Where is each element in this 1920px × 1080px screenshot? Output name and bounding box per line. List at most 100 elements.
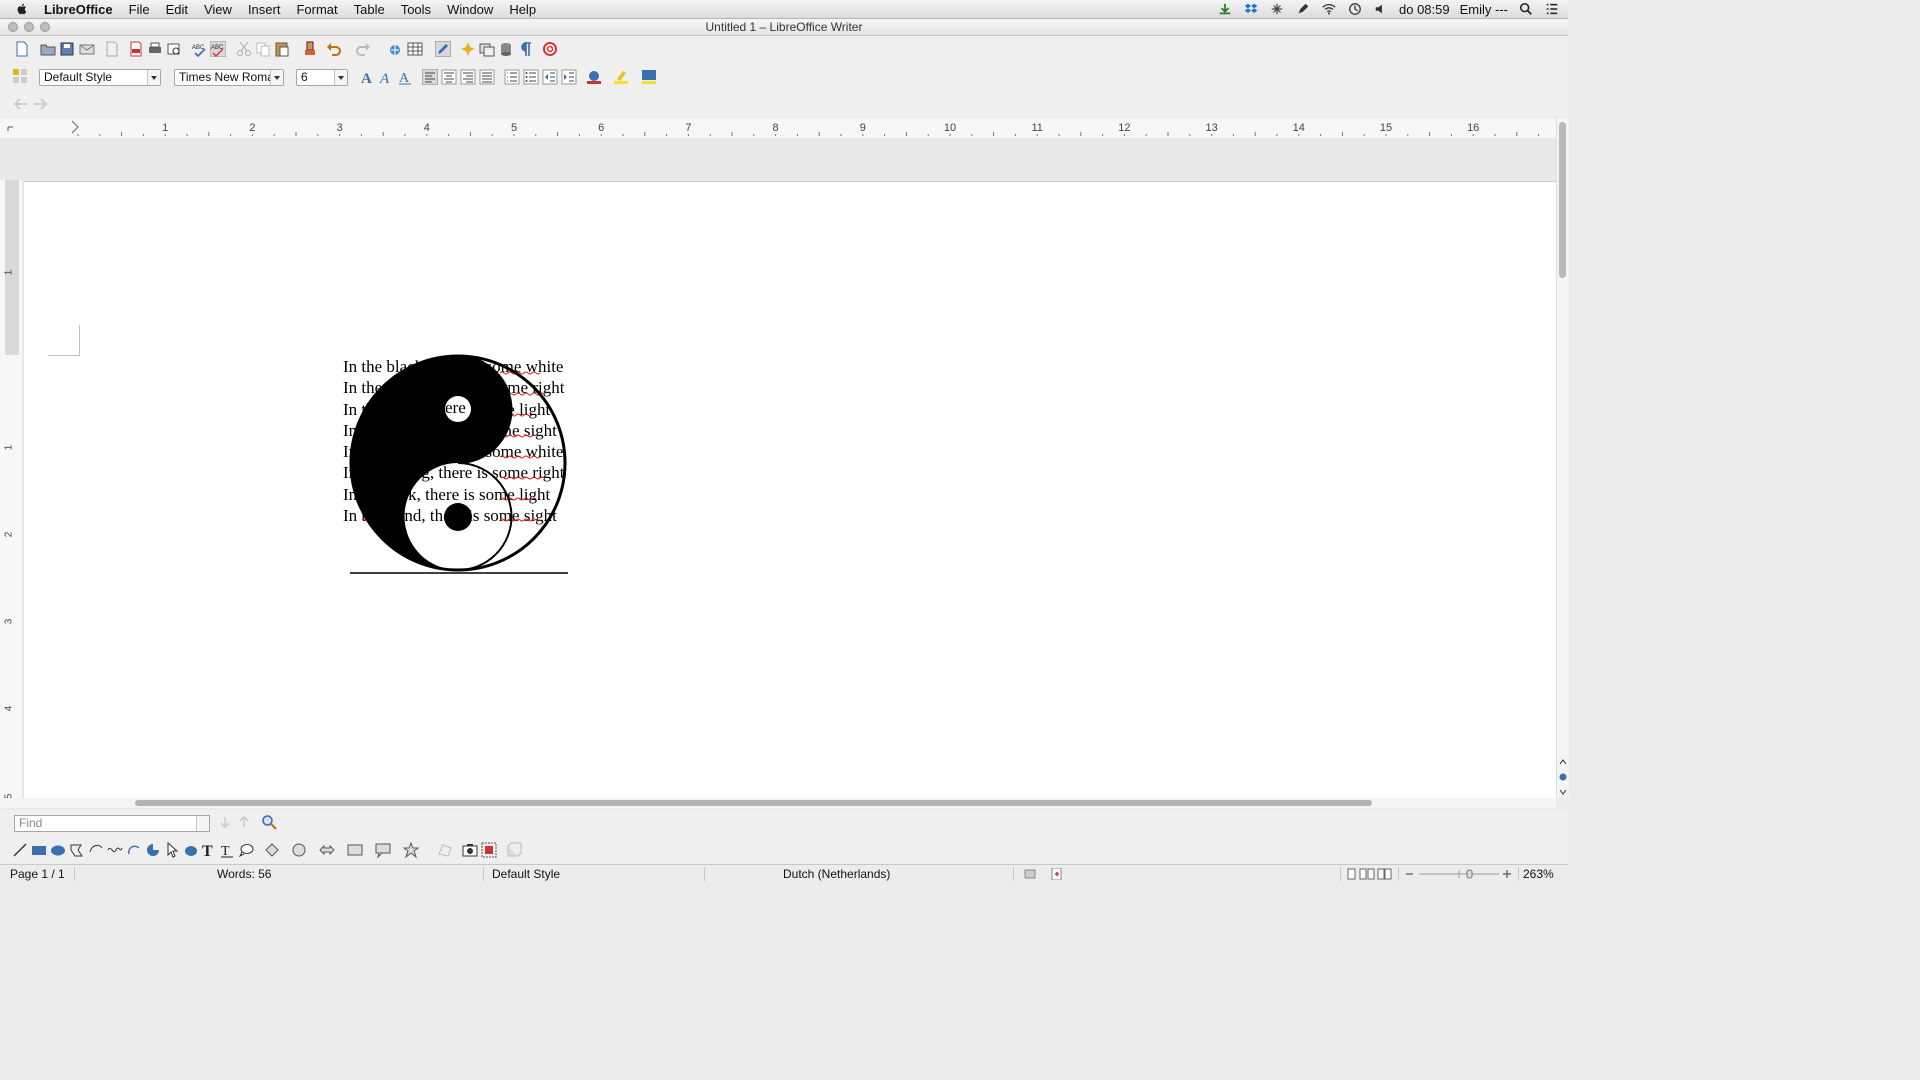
copy-icon[interactable] xyxy=(255,41,271,57)
network-icon[interactable] xyxy=(1269,2,1285,16)
menubar-user[interactable]: Emily --- xyxy=(1460,2,1508,17)
language[interactable]: Dutch (Netherlands) xyxy=(783,867,890,881)
horizontal-scrollbar[interactable] xyxy=(0,798,1556,808)
zoom-slider[interactable] xyxy=(1403,866,1515,882)
menu-insert[interactable]: Insert xyxy=(248,2,281,17)
vertical-scrollbar[interactable] xyxy=(1556,118,1569,798)
vertical-scrollbar-thumb[interactable] xyxy=(1559,122,1566,278)
stars-icon[interactable] xyxy=(403,842,419,858)
apple-icon[interactable] xyxy=(14,2,30,16)
align-center-icon[interactable] xyxy=(441,69,457,85)
auto-spellcheck-icon[interactable]: ABC xyxy=(210,41,226,57)
font-size-combo[interactable]: 6 xyxy=(296,69,348,86)
fill-icon[interactable] xyxy=(183,842,199,858)
menu-window[interactable]: Window xyxy=(447,2,493,17)
multi-page-view-icon[interactable] xyxy=(1359,868,1375,880)
formatting-marks-icon[interactable] xyxy=(517,41,533,57)
export-pdf-icon[interactable] xyxy=(128,41,144,57)
spellcheck-icon[interactable]: ABC xyxy=(192,41,208,57)
yin-yang-drawing[interactable] xyxy=(348,354,570,574)
undo-icon[interactable] xyxy=(326,41,342,57)
clone-formatting-icon[interactable] xyxy=(302,41,318,57)
menu-edit[interactable]: Edit xyxy=(166,2,188,17)
decrease-indent-icon[interactable] xyxy=(542,69,558,85)
volume-icon[interactable] xyxy=(1373,2,1389,16)
find-previous-icon[interactable] xyxy=(237,815,251,829)
notification-center-icon[interactable] xyxy=(1544,2,1560,16)
cut-icon[interactable] xyxy=(236,41,252,57)
menu-table[interactable]: Table xyxy=(354,2,385,17)
chevron-down-icon[interactable] xyxy=(334,70,347,85)
help-icon[interactable] xyxy=(542,41,558,57)
menu-format[interactable]: Format xyxy=(296,2,337,17)
redo-icon[interactable] xyxy=(355,41,371,57)
align-left-icon[interactable] xyxy=(422,69,438,85)
chevron-down-icon[interactable] xyxy=(270,70,283,85)
single-page-view-icon[interactable] xyxy=(1346,868,1358,880)
forward-arrow-icon[interactable] xyxy=(32,96,48,112)
time-machine-icon[interactable] xyxy=(1347,2,1363,16)
hyperlink-icon[interactable] xyxy=(388,41,404,57)
menu-view[interactable]: View xyxy=(204,2,232,17)
background-color-icon[interactable] xyxy=(641,69,657,85)
document-modified-icon[interactable] xyxy=(1050,868,1064,880)
polygon-icon[interactable] xyxy=(69,842,85,858)
email-document-icon[interactable] xyxy=(79,41,95,57)
italic-icon[interactable]: A xyxy=(378,69,394,85)
close-window-button[interactable] xyxy=(8,22,18,32)
styles-and-formatting-icon[interactable] xyxy=(12,68,28,84)
open-icon[interactable] xyxy=(40,41,56,57)
save-icon[interactable] xyxy=(59,41,75,57)
menu-help[interactable]: Help xyxy=(509,2,536,17)
increase-indent-icon[interactable] xyxy=(561,69,577,85)
ellipse-icon[interactable] xyxy=(50,842,66,858)
rectangle-icon[interactable] xyxy=(31,842,47,858)
pen-icon[interactable] xyxy=(1295,2,1311,16)
highlighting-icon[interactable] xyxy=(613,69,629,85)
bullets-icon[interactable] xyxy=(523,69,539,85)
page-navigation-arrows-icon[interactable] xyxy=(1557,758,1569,796)
find-and-replace-icon[interactable] xyxy=(261,814,277,830)
block-arrows-icon[interactable] xyxy=(319,842,335,858)
underline-icon[interactable]: A xyxy=(397,69,413,85)
menu-tools[interactable]: Tools xyxy=(401,2,431,17)
font-color-icon[interactable] xyxy=(586,69,602,85)
select-pointer-icon[interactable] xyxy=(164,842,180,858)
download-icon[interactable] xyxy=(1217,2,1233,16)
extrusion-icon[interactable] xyxy=(506,842,522,858)
new-document-icon[interactable] xyxy=(14,41,30,57)
dropbox-icon[interactable] xyxy=(1243,2,1259,16)
page-count[interactable]: Page 1 / 1 xyxy=(10,867,65,881)
freeform-line-icon[interactable] xyxy=(107,842,123,858)
print-preview-icon[interactable] xyxy=(166,41,182,57)
fontwork-icon[interactable] xyxy=(481,842,497,858)
from-file-icon[interactable] xyxy=(462,842,478,858)
flowchart-icon[interactable] xyxy=(347,842,363,858)
callouts-icon[interactable] xyxy=(375,842,391,858)
book-view-icon[interactable] xyxy=(1377,868,1393,880)
ellipse-pie-icon[interactable] xyxy=(145,842,161,858)
symbol-shapes-icon[interactable] xyxy=(291,842,307,858)
menu-file[interactable]: File xyxy=(129,2,150,17)
horizontal-ruler[interactable] xyxy=(0,118,1556,138)
minimize-window-button[interactable] xyxy=(24,22,34,32)
insert-mode-icon[interactable] xyxy=(1024,868,1038,880)
word-count[interactable]: Words: 56 xyxy=(217,867,271,881)
chevron-down-icon[interactable] xyxy=(196,816,209,831)
font-name-combo[interactable]: Times New Roman xyxy=(174,69,284,86)
basic-shapes-icon[interactable] xyxy=(264,842,280,858)
zoom-window-button[interactable] xyxy=(40,22,50,32)
vertical-ruler[interactable] xyxy=(0,180,22,798)
zoom-level[interactable]: 263% xyxy=(1523,867,1554,881)
menubar-clock[interactable]: do 08:59 xyxy=(1399,2,1450,17)
spotlight-search-icon[interactable] xyxy=(1518,2,1534,16)
back-arrow-icon[interactable] xyxy=(13,96,29,112)
points-icon[interactable] xyxy=(437,842,453,858)
line-icon[interactable] xyxy=(12,842,28,858)
page-style[interactable]: Default Style xyxy=(492,867,560,881)
justify-icon[interactable] xyxy=(479,69,495,85)
gallery-icon[interactable] xyxy=(479,41,495,57)
document-page[interactable] xyxy=(24,181,1556,799)
data-sources-icon[interactable] xyxy=(498,41,514,57)
find-next-icon[interactable] xyxy=(218,815,232,829)
